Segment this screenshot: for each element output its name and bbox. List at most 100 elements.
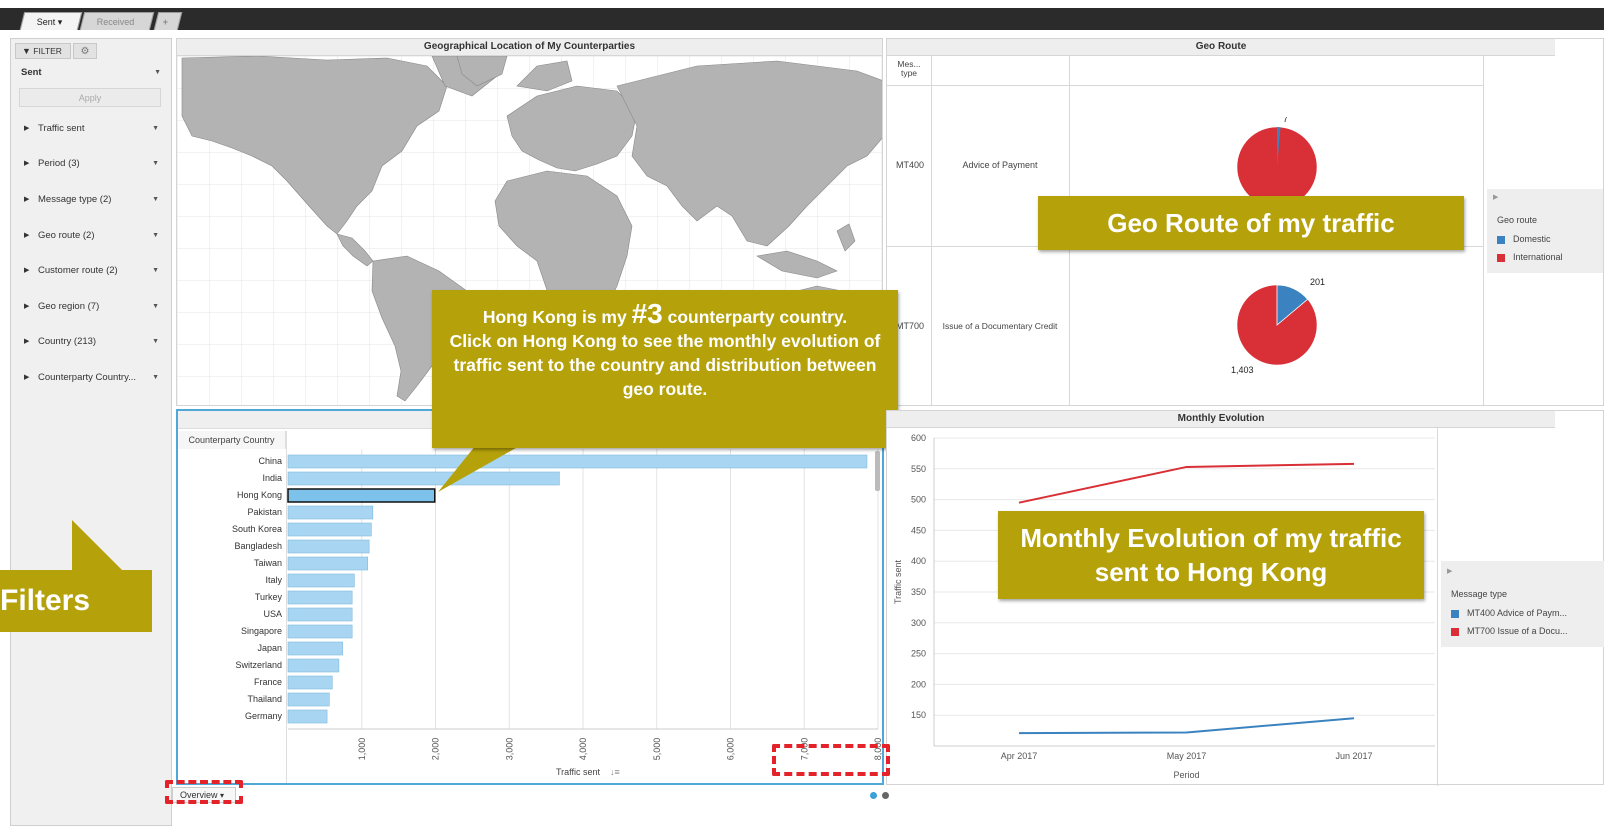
filter-label: Country (213) [38, 336, 97, 347]
legend-label[interactable]: Domestic [1513, 234, 1551, 244]
bar[interactable] [287, 675, 333, 690]
filter-geo-route[interactable]: ▶ Geo route (2) ▼ [11, 226, 171, 246]
x-axis-label: Period [1173, 770, 1199, 780]
gear-icon[interactable]: ⚙ [73, 43, 97, 59]
chevron-down-icon: ▼ [152, 303, 159, 310]
traffic-direction-value: Sent [21, 67, 42, 78]
pie-data-label: 1,403 [1231, 365, 1254, 375]
filter-traffic-sent[interactable]: ▶ Traffic sent ▼ [11, 119, 171, 139]
filter-period[interactable]: ▶ Period (3) ▼ [11, 154, 171, 174]
legend-swatch [1497, 236, 1505, 244]
x-tick-label: 4,000 [578, 738, 588, 761]
y-tick-label[interactable]: Taiwan [254, 558, 282, 568]
bar[interactable] [287, 573, 355, 588]
y-tick-label[interactable]: Thailand [247, 694, 282, 704]
row-name-mt700: Issue of a Documentary Credit [942, 321, 1058, 331]
y-tick-label[interactable]: India [262, 473, 282, 483]
sort-icon[interactable]: ↓≡ [610, 767, 620, 777]
add-tab-button[interactable]: + [153, 12, 183, 30]
filter-customer-route[interactable]: ▶ Customer route (2) ▼ [11, 261, 171, 281]
y-tick-label[interactable]: Singapore [241, 626, 282, 636]
message-type-header: Mes... type [897, 59, 921, 78]
bar[interactable] [287, 624, 353, 639]
y-tick-label[interactable]: Bangladesh [234, 541, 282, 551]
y-tick-label[interactable]: Germany [245, 711, 283, 721]
bar[interactable] [287, 692, 330, 707]
y-tick-label[interactable]: South Korea [232, 524, 282, 534]
legend-swatch [1451, 610, 1459, 618]
chevron-down-icon[interactable]: ▾ [58, 17, 63, 27]
bar[interactable] [287, 590, 353, 605]
page-dot[interactable] [882, 792, 889, 799]
y-tick-label[interactable]: Hong Kong [237, 490, 282, 500]
page-dot-active[interactable] [870, 792, 877, 799]
y-tick-label[interactable]: Pakistan [247, 507, 282, 517]
tab-sent-label: Sent [36, 17, 56, 27]
filter-label: Customer route (2) [38, 265, 118, 276]
y-tick-label[interactable]: China [258, 456, 282, 466]
y-tick-label: 200 [911, 679, 926, 689]
series-line[interactable] [1018, 462, 1355, 504]
bar[interactable] [287, 505, 374, 520]
row-name-mt400: Advice of Payment [962, 160, 1038, 170]
tab-received[interactable]: Received [79, 12, 155, 30]
divider [1483, 56, 1484, 405]
expand-icon[interactable]: ▶ [1447, 567, 1452, 575]
legend-swatch [1451, 628, 1459, 636]
hk-callout-pointer [438, 440, 530, 492]
message-type-legend: ▶ Message type MT400 Advice of Paym... M… [1441, 561, 1604, 647]
traffic-direction-select[interactable]: Sent ▼ [21, 65, 161, 81]
filter-tab-label: FILTER [33, 46, 62, 56]
scrollbar[interactable] [875, 451, 880, 491]
bar[interactable] [287, 522, 372, 537]
bar[interactable] [287, 709, 328, 724]
geo-route-legend: ▶ Geo route Domestic International [1487, 189, 1603, 273]
filter-message-type[interactable]: ▶ Message type (2) ▼ [11, 190, 171, 210]
bar[interactable] [287, 454, 868, 469]
line-chart[interactable]: 150 200 250 300 350 400 450 500 550 600 Apr 2017 Ma… [887, 428, 1437, 786]
x-tick-label: May 2017 [1167, 751, 1207, 761]
y-tick-label[interactable]: Switzerland [235, 660, 282, 670]
bar[interactable] [287, 607, 353, 622]
bar[interactable] [287, 488, 436, 503]
x-tick-label: 5,000 [652, 738, 662, 761]
y-tick-label[interactable]: France [254, 677, 282, 687]
y-axis-label: Traffic sent [893, 559, 903, 604]
highlight-box-axis [772, 744, 890, 776]
tab-sent[interactable]: Sent ▾ [19, 12, 83, 30]
chevron-down-icon: ▼ [154, 69, 161, 76]
filter-geo-region[interactable]: ▶ Geo region (7) ▼ [11, 297, 171, 317]
filter-counterparty-country[interactable]: ▶ Counterparty Country... ▼ [11, 368, 171, 388]
highlight-box-overview [165, 780, 243, 804]
legend-label[interactable]: MT400 Advice of Paym... [1467, 608, 1567, 618]
y-tick-label[interactable]: USA [263, 609, 282, 619]
pie-mt700[interactable] [1227, 275, 1327, 375]
counterparty-country-header[interactable]: Counterparty Country [178, 431, 286, 449]
pie-data-label: 201 [1310, 277, 1326, 287]
filter-label: Counterparty Country... [38, 372, 137, 383]
y-tick-label[interactable]: Turkey [255, 592, 283, 602]
filter-country[interactable]: ▶ Country (213) ▼ [11, 332, 171, 352]
bar[interactable] [287, 641, 343, 656]
y-tick-label[interactable]: Japan [257, 643, 282, 653]
filter-tab[interactable]: ▼ FILTER [15, 43, 71, 59]
expand-icon[interactable]: ▶ [1493, 193, 1498, 201]
chevron-down-icon: ▼ [152, 374, 159, 381]
chevron-down-icon: ▼ [152, 196, 159, 203]
legend-title: Geo route [1497, 215, 1538, 225]
bar[interactable] [287, 539, 370, 554]
series-line[interactable] [1018, 717, 1355, 735]
bar[interactable] [287, 556, 368, 571]
x-tick-label: Apr 2017 [1001, 751, 1038, 761]
legend-label[interactable]: International [1513, 252, 1563, 262]
legend-swatch [1497, 254, 1505, 262]
y-tick-label[interactable]: Italy [265, 575, 282, 585]
apply-button[interactable]: Apply [19, 88, 161, 107]
legend-label[interactable]: MT700 Issue of a Docu... [1467, 626, 1568, 636]
chevron-down-icon: ▼ [152, 267, 159, 274]
hk-callout: Hong Kong is my #3 counterparty country.… [432, 290, 898, 448]
x-tick-label: 1,000 [357, 738, 367, 761]
monthly-evolution-title: Monthly Evolution [887, 411, 1555, 428]
bar[interactable] [287, 658, 340, 673]
hk-callout-line1: Hong Kong is my #3 counterparty country. [482, 298, 848, 329]
